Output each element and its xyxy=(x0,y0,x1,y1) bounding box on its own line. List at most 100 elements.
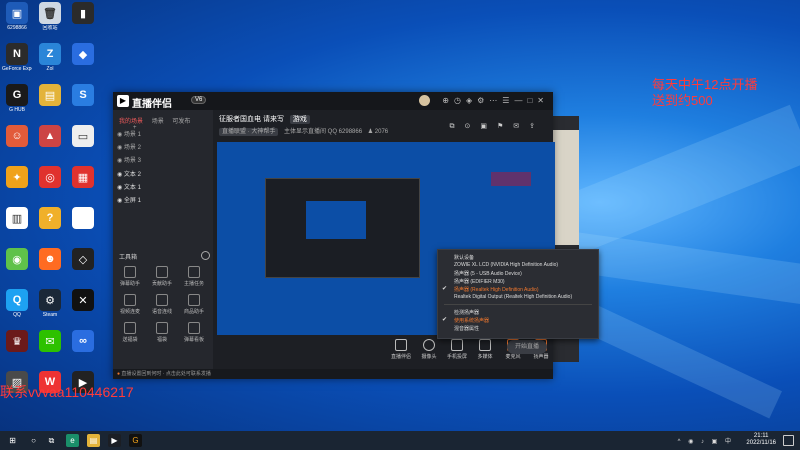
desktop-icon[interactable]: S xyxy=(68,84,98,107)
app-icon: ☻ xyxy=(39,248,61,270)
desktop-icon[interactable]: ▥ xyxy=(2,207,32,230)
file-explorer-icon[interactable]: ▤ xyxy=(87,434,100,447)
stream-tag[interactable]: 游戏 xyxy=(289,115,310,124)
desktop-icon[interactable]: ▣ 6298866 xyxy=(2,2,32,31)
app-icon: ⚙ xyxy=(39,289,61,311)
scene-item[interactable]: ◉ 场景 2 xyxy=(117,144,209,153)
toolbox-settings-icon[interactable] xyxy=(201,251,210,260)
app-logo-icon: ▶ xyxy=(117,95,129,107)
menu-item[interactable]: 扬声器 (EDIFIER M30) xyxy=(454,278,505,285)
desktop-icon-label: Steam xyxy=(42,312,58,318)
desktop-icon[interactable]: ◉ xyxy=(2,248,32,271)
tool-video-link[interactable]: 视频连麦 xyxy=(117,294,143,315)
desktop-icon[interactable]: NGeForce Experience xyxy=(2,43,32,72)
scene-item[interactable]: ◉ 场景 1 xyxy=(117,131,209,140)
scene-item[interactable]: ◉ 文本 1 xyxy=(117,184,209,193)
desktop-icon[interactable]: ☻ xyxy=(35,248,65,271)
tab-publish[interactable]: 可发布 xyxy=(172,119,190,125)
notification-icon[interactable] xyxy=(783,435,794,446)
go-live-button[interactable]: 开始直播 xyxy=(507,340,547,354)
desktop-icon[interactable]: ▦ xyxy=(68,166,98,189)
app-icon: ♛ xyxy=(6,330,28,352)
menu-item-selected[interactable]: 使用系统扬声器 xyxy=(454,317,489,324)
menu-item[interactable]: Realtek Digital Output (Realtek High Def… xyxy=(454,294,572,300)
system-tray-icons[interactable]: ^ ◉ ♪ ▣ 中 xyxy=(678,436,734,445)
button-camera[interactable]: 摄像头 xyxy=(417,339,441,360)
edge-browser-icon[interactable]: e xyxy=(66,434,79,447)
menu-item[interactable]: 扬声器 (5 - USB Audio Device) xyxy=(454,270,522,277)
check-icon: ✔ xyxy=(442,286,448,292)
menu-item[interactable]: 混音器属性 xyxy=(454,325,479,332)
desktop-icon[interactable]: Z Zol xyxy=(35,43,65,72)
button-phone-cast[interactable]: 手机投屏 xyxy=(445,339,469,360)
menu-item[interactable]: 默认设备 xyxy=(454,254,474,261)
task-view-icon[interactable]: ⧉ xyxy=(45,434,58,447)
version-badge[interactable]: V6 xyxy=(191,96,207,104)
viewer-count: 2076 xyxy=(374,129,389,135)
desktop-icon[interactable]: ◆ xyxy=(68,43,98,66)
desktop-icon[interactable]: ▲ xyxy=(35,125,65,148)
desktop-icon-label: GeForce Experience xyxy=(2,66,32,72)
tab-my-scenes[interactable]: 我的场景 xyxy=(119,119,143,125)
stream-sub-badge[interactable]: 直播联盟 · 大神帮手 xyxy=(219,128,279,136)
speaker-device-menu[interactable]: 默认设备 ZOWIE XL LCD (NVIDIA High Definitio… xyxy=(437,249,599,339)
scene-item[interactable]: ◉ 文本 2 xyxy=(117,171,209,180)
desktop-icon[interactable]: GG HUB xyxy=(2,84,32,113)
desktop-icon-label: Zol xyxy=(46,66,54,72)
scene-item[interactable]: ◉ 全屏 1 xyxy=(117,197,209,206)
streaming-app-taskbar-icon[interactable]: ▶ xyxy=(108,434,121,447)
tab-scenes[interactable]: 场景 xyxy=(152,119,164,125)
desktop-icon[interactable]: ✦ xyxy=(2,166,32,189)
g-hub-taskbar-icon[interactable]: G xyxy=(129,434,142,447)
desktop-icon[interactable]: ⚙ Steam xyxy=(35,289,65,318)
tool-host-task[interactable]: 主播任务 xyxy=(181,266,207,287)
desktop-icon[interactable]: ✕ xyxy=(68,289,98,312)
tool-bag[interactable]: 福袋 xyxy=(149,322,175,343)
tool-goods[interactable]: 商品助手 xyxy=(181,294,207,315)
background-window-content xyxy=(553,130,579,245)
menu-item[interactable]: 检测扬声器 xyxy=(454,309,479,316)
tool-send-bag[interactable]: 送福袋 xyxy=(117,322,143,343)
start-button-icon[interactable]: ⊞ xyxy=(6,434,19,447)
app-icon: ✕ xyxy=(72,289,94,311)
desktop-icon[interactable]: ♛ xyxy=(2,330,32,353)
app-icon: ◉ xyxy=(6,248,28,270)
desktop-icon[interactable]: ◇ xyxy=(68,248,98,271)
tool-voice-link[interactable]: 语音连线 xyxy=(149,294,175,315)
stream-title[interactable]: 征服者国血电 请来写 xyxy=(219,116,284,123)
titlebar-controls[interactable]: ⊕◷◈⚙⋯☰—□✕ xyxy=(442,96,549,105)
preview-red-text xyxy=(491,172,531,186)
status-text[interactable]: 直播设置回到何时 · 点击此处可联系发播 xyxy=(121,371,210,377)
app-titlebar[interactable]: ▶ 直播伴侣 V6 ⊕◷◈⚙⋯☰—□✕ xyxy=(113,92,553,110)
button-multimedia[interactable]: 多媒体 xyxy=(473,339,497,360)
overlay-contact: 联系vvvaa110446217 xyxy=(0,384,134,400)
desktop-icon[interactable]: ◎ xyxy=(35,166,65,189)
desktop-icon[interactable]: ▤ xyxy=(35,84,65,107)
desktop-icon[interactable]: ☺ xyxy=(2,125,32,148)
header-action-icons[interactable]: ⧉⊙▣⚑✉⇪ xyxy=(450,122,545,131)
desktop-icon[interactable]: ▭ xyxy=(68,125,98,148)
desktop-icon[interactable] xyxy=(68,207,98,230)
menu-item[interactable]: ZOWIE XL LCD (NVIDIA High Definition Aud… xyxy=(454,262,558,268)
desktop-icon[interactable]: 🗑 回收站 xyxy=(35,2,65,31)
menu-item-selected[interactable]: 扬声器 (Realtek High Definition Audio) xyxy=(454,286,538,293)
desktop-icon[interactable]: ✉ xyxy=(35,330,65,353)
taskbar-clock[interactable]: 21:11 2022/11/16 xyxy=(746,433,776,447)
scene-item[interactable]: ◉ 场景 3 xyxy=(117,157,209,166)
app-icon: ✉ xyxy=(39,330,61,352)
tool-danmu-board[interactable]: 弹幕看板 xyxy=(181,322,207,343)
desktop-icon[interactable]: ∞ xyxy=(68,330,98,353)
tool-danmu[interactable]: 弹幕助手 xyxy=(117,266,143,287)
menu-separator xyxy=(444,304,592,305)
toolbox-title: 工具箱 xyxy=(119,255,138,261)
app-icon: G xyxy=(6,84,28,106)
desktop-icon[interactable]: ▮ xyxy=(68,2,98,25)
desktop-icon[interactable]: Q QQ xyxy=(2,289,32,318)
tool-contribution[interactable]: 贡献助手 xyxy=(149,266,175,287)
button-companion[interactable]: 直播伴侣 xyxy=(389,339,413,360)
status-warning-icon: ● xyxy=(117,371,121,377)
search-icon[interactable]: ○ xyxy=(27,434,40,447)
app-icon: S xyxy=(72,84,94,106)
desktop-icon[interactable]: ? xyxy=(35,207,65,230)
user-avatar[interactable] xyxy=(419,95,430,106)
